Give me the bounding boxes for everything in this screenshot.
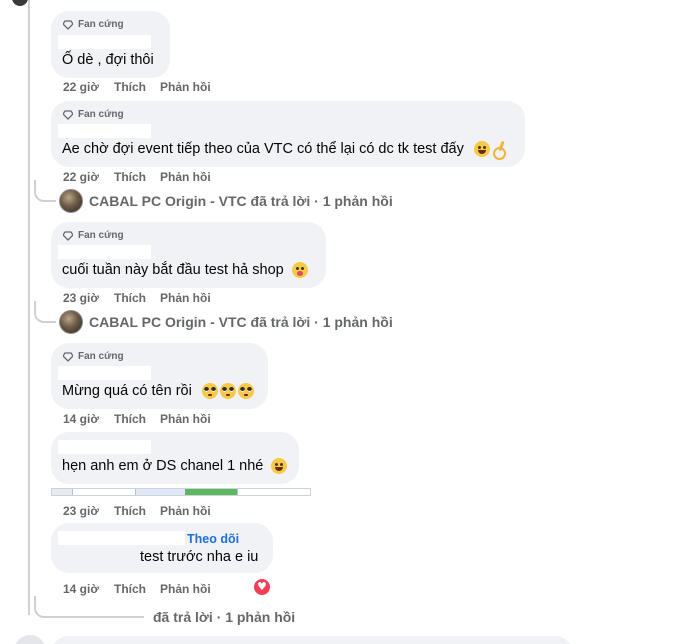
thread-line <box>28 0 30 200</box>
reply-button[interactable]: Phản hồi <box>160 582 211 596</box>
comment-text: hẹn anh em ở DS chanel 1 nhé <box>62 458 288 474</box>
comment-actions: 23 giờ Thích Phản hồi <box>63 504 211 518</box>
diamond-icon <box>63 351 73 362</box>
timestamp[interactable]: 22 giờ <box>63 170 114 184</box>
like-button[interactable]: Thích <box>114 412 160 426</box>
pleading-emoji-icon <box>201 383 218 399</box>
comment-text: test trước nha e iu <box>140 549 259 565</box>
author-name[interactable] <box>58 124 151 138</box>
comment-actions: 22 giờ Thích Phản hồi <box>63 170 211 184</box>
reply-connector <box>34 180 56 202</box>
view-replies[interactable]: CABAL PC Origin - VTC đã trả lời · 1 phả… <box>59 310 393 334</box>
pleading-emoji-icon <box>219 383 236 399</box>
reply-button[interactable]: Phản hồi <box>160 170 211 184</box>
comment-text: Ố dè , đợi thôi <box>62 52 154 68</box>
reply-button[interactable]: Phản hồi <box>160 412 211 426</box>
diamond-icon <box>63 19 73 30</box>
author-name[interactable] <box>58 245 151 259</box>
reply-button[interactable]: Phản hồi <box>160 80 211 94</box>
avatar[interactable] <box>59 189 83 213</box>
attached-image-thumbnail[interactable] <box>51 488 311 496</box>
avatar[interactable] <box>12 0 28 6</box>
reply-summary[interactable]: đã trả lời · 1 phản hồi <box>153 609 295 625</box>
fan-badge: Fan cứng <box>63 351 124 362</box>
reply-button[interactable]: Phản hồi <box>160 504 211 518</box>
like-button[interactable]: Thích <box>114 170 160 184</box>
avatar[interactable] <box>14 635 46 644</box>
fan-badge: Fan cứng <box>63 230 124 241</box>
fan-badge: Fan cứng <box>63 19 124 30</box>
follow-button[interactable]: Theo dõi <box>187 532 239 546</box>
avatar[interactable] <box>59 310 83 334</box>
like-button[interactable]: Thích <box>114 582 160 596</box>
reply-button[interactable]: Phản hồi <box>160 291 211 305</box>
reply-connector <box>34 596 144 618</box>
comment-bubble[interactable] <box>51 636 573 644</box>
comment-text: Mừng quá có tên rồi <box>62 383 254 399</box>
comment-text: Ae chờ đợi event tiếp theo của VTC có th… <box>62 141 506 160</box>
diamond-icon <box>63 230 73 241</box>
reply-summary[interactable]: CABAL PC Origin - VTC đã trả lời · 1 phả… <box>89 314 393 330</box>
like-button[interactable]: Thích <box>114 504 160 518</box>
comment-bubble[interactable]: Fan cứng Ae chờ đợi event tiếp theo của … <box>51 101 525 167</box>
author-name[interactable] <box>58 366 151 380</box>
like-button[interactable]: Thích <box>114 80 160 94</box>
badge-label: Fan cứng <box>78 19 124 30</box>
comment-text: cuối tuần này bắt đầu test hả shop <box>62 262 308 278</box>
love-reaction-icon[interactable] <box>254 579 270 595</box>
timestamp[interactable]: 23 giờ <box>63 291 114 305</box>
like-button[interactable]: Thích <box>114 291 160 305</box>
thread-line <box>28 200 30 325</box>
comment-actions: 23 giờ Thích Phản hồi <box>63 291 211 305</box>
timestamp[interactable]: 14 giờ <box>63 582 114 596</box>
thread-line <box>28 325 30 615</box>
timestamp[interactable]: 23 giờ <box>63 504 114 518</box>
comment-bubble[interactable]: Fan cứng Ố dè , đợi thôi <box>51 11 170 78</box>
fan-badge: Fan cứng <box>63 109 124 120</box>
diamond-icon <box>63 109 73 120</box>
badge-label: Fan cứng <box>78 230 124 241</box>
author-name[interactable] <box>58 440 151 454</box>
view-replies[interactable]: CABAL PC Origin - VTC đã trả lời · 1 phả… <box>59 189 393 213</box>
timestamp[interactable]: 14 giờ <box>63 412 114 426</box>
reply-summary[interactable]: CABAL PC Origin - VTC đã trả lời · 1 phả… <box>89 193 393 209</box>
comment-bubble[interactable]: Fan cứng Mừng quá có tên rồi <box>51 343 268 409</box>
reply-connector <box>34 301 56 323</box>
comment-bubble[interactable]: Fan cứng cuối tuần này bắt đầu test hả s… <box>51 222 326 288</box>
pleading-emoji-icon <box>237 383 254 399</box>
badge-label: Fan cứng <box>78 109 124 120</box>
hushed-emoji-icon <box>291 262 308 278</box>
comment-actions: 22 giờ Thích Phản hồi <box>63 80 211 94</box>
comment-bubble[interactable]: hẹn anh em ở DS chanel 1 nhé <box>51 432 299 484</box>
grin-emoji-icon <box>473 141 490 157</box>
view-replies[interactable]: đã trả lời · 1 phản hồi <box>153 609 295 625</box>
laughing-emoji-icon <box>271 458 288 474</box>
author-name[interactable] <box>58 35 151 49</box>
comment-bubble[interactable]: Theo dõi test trước nha e iu <box>51 523 273 573</box>
author-name[interactable] <box>58 531 185 545</box>
timestamp[interactable]: 22 giờ <box>63 80 114 94</box>
badge-label: Fan cứng <box>78 351 124 362</box>
comment-actions: 14 giờ Thích Phản hồi <box>63 412 211 426</box>
comment-actions: 14 giờ Thích Phản hồi <box>63 582 211 596</box>
ok-hand-icon <box>492 141 506 160</box>
